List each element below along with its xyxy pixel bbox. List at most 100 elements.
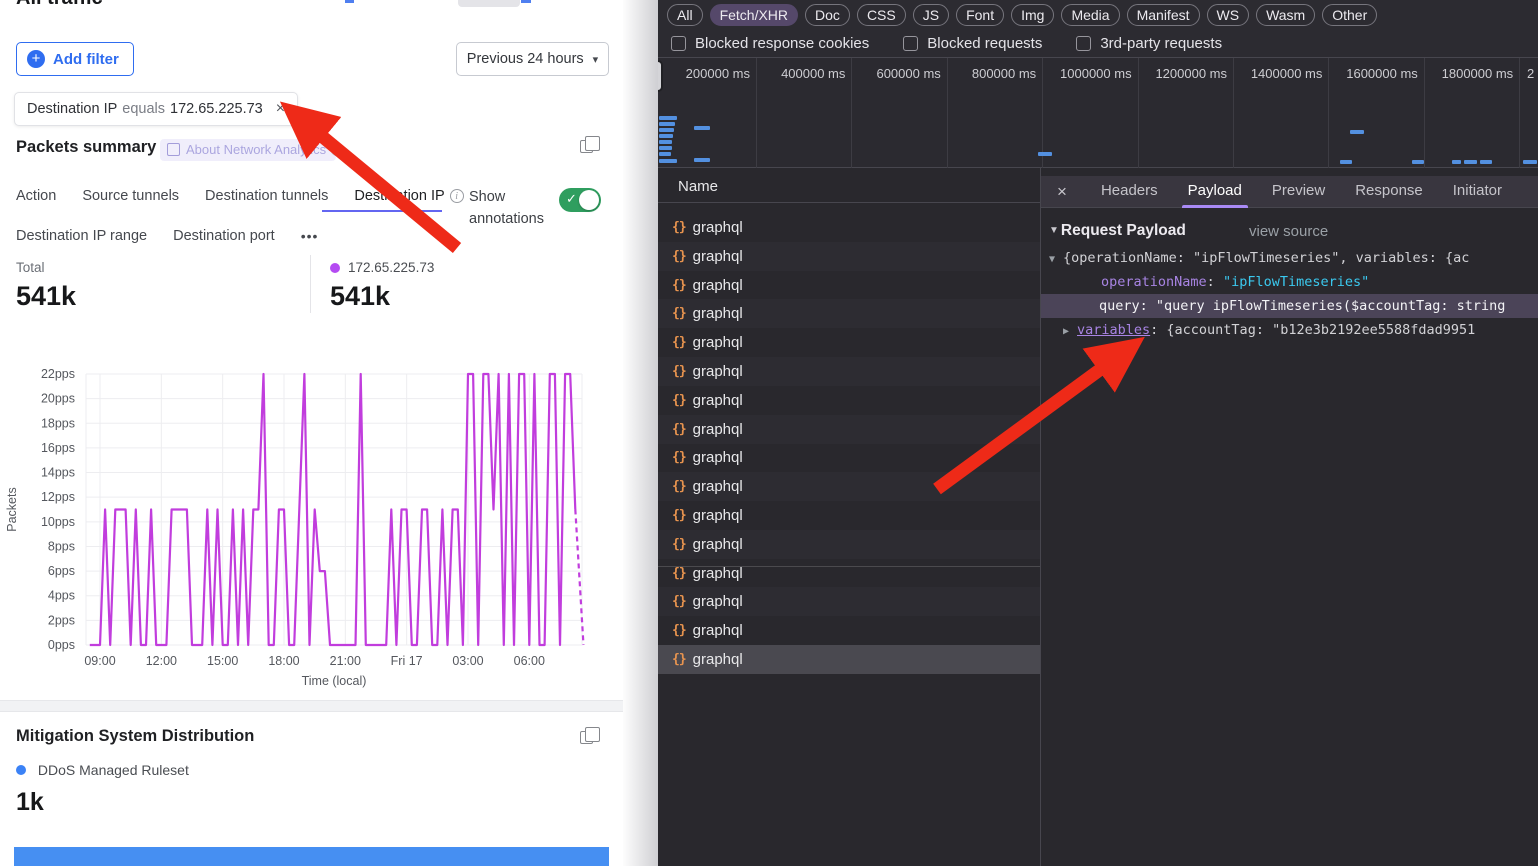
payload-tree-line[interactable]: query: "query ipFlowTimeseries($accountT…: [1041, 294, 1538, 318]
request-row[interactable]: {}graphql: [658, 242, 1040, 271]
chevron-down-icon: ▾: [593, 53, 599, 66]
tab-source-tunnels[interactable]: Source tunnels: [82, 188, 179, 204]
payload-tree-line[interactable]: ▼{operationName: "ipFlowTimeseries", var…: [1041, 246, 1538, 270]
collapse-triangle-icon: ▼: [1049, 225, 1059, 236]
timeline-tick-label: 1800000 ms: [1401, 66, 1513, 81]
checkbox-label: 3rd-party requests: [1100, 35, 1222, 52]
devtools-network-panel: All Fetch/XHR Doc CSS JS Font Img Media Manifest…: [658, 0, 1538, 866]
requests-list: Name {}graphql{}graphql{}graphql{}graphq…: [658, 168, 1040, 866]
devtools-resize-handle[interactable]: [658, 60, 663, 92]
checkbox-icon[interactable]: [671, 36, 686, 51]
request-row[interactable]: {}graphql: [658, 357, 1040, 386]
request-row[interactable]: {}graphql: [658, 587, 1040, 616]
time-range-dropdown[interactable]: Previous 24 hours ▾: [456, 42, 609, 76]
filter-pill-font[interactable]: Font: [956, 4, 1004, 26]
json-request-icon: {}: [672, 566, 686, 581]
remove-filter-icon[interactable]: ×: [276, 100, 285, 118]
request-row[interactable]: {}graphql: [658, 328, 1040, 357]
payload-tree-line[interactable]: ▶variables: {accountTag: "b12e3b2192ee55…: [1041, 318, 1538, 342]
request-row[interactable]: {}graphql: [658, 559, 1040, 588]
tab-destination-port[interactable]: Destination port: [173, 228, 275, 244]
network-timeline-overview[interactable]: 200000 ms400000 ms600000 ms800000 ms1000…: [658, 58, 1538, 168]
book-icon: [167, 143, 180, 156]
tabs-overflow-button[interactable]: •••: [301, 228, 319, 244]
filter-pill-doc[interactable]: Doc: [805, 4, 850, 26]
tab-destination-ip-range[interactable]: Destination IP range: [16, 228, 147, 244]
request-name: graphql: [693, 277, 743, 294]
tab-destination-tunnels[interactable]: Destination tunnels: [205, 188, 328, 204]
filter-pill-js[interactable]: JS: [913, 4, 949, 26]
filter-pill-media[interactable]: Media: [1061, 4, 1119, 26]
request-payload-title: Request Payload: [1061, 222, 1186, 239]
expand-icon[interactable]: ▶: [1063, 320, 1077, 342]
mitigation-legend-label: DDoS Managed Ruleset: [38, 762, 189, 778]
about-network-analytics-badge[interactable]: About Network Analytics: [160, 139, 336, 161]
tab-action[interactable]: Action: [16, 188, 56, 204]
filter-pill-img[interactable]: Img: [1011, 4, 1054, 26]
request-row[interactable]: {}graphql: [658, 271, 1040, 300]
request-payload-header[interactable]: ▼Request Payload: [1049, 222, 1186, 240]
copy-panel-icon[interactable]: [580, 731, 593, 744]
json-request-icon: {}: [672, 537, 686, 552]
request-name: graphql: [693, 651, 743, 668]
payload-tree-line[interactable]: operationName: "ipFlowTimeseries": [1041, 270, 1538, 294]
filter-pill-manifest[interactable]: Manifest: [1127, 4, 1200, 26]
info-icon[interactable]: i: [450, 189, 464, 203]
load-event-line: [658, 566, 1040, 567]
request-row[interactable]: {}graphql: [658, 472, 1040, 501]
checkbox-blocked-requests[interactable]: Blocked requests: [903, 35, 1042, 52]
toggle-knob: [579, 190, 599, 210]
json-request-icon: {}: [672, 623, 686, 638]
stats-divider: [310, 255, 311, 313]
request-row[interactable]: {}graphql: [658, 299, 1040, 328]
show-annotations-toggle[interactable]: ✓: [559, 188, 601, 212]
request-name: graphql: [693, 334, 743, 351]
details-tab-initiator[interactable]: Initiator: [1453, 176, 1502, 208]
filter-chip[interactable]: Destination IP equals 172.65.225.73 ×: [14, 92, 298, 126]
svg-text:03:00: 03:00: [452, 654, 483, 668]
add-filter-button[interactable]: + Add filter: [16, 42, 134, 76]
stat-value: 541k: [330, 281, 390, 312]
details-tab-headers[interactable]: Headers: [1101, 176, 1158, 208]
request-row[interactable]: {}graphql: [658, 213, 1040, 242]
request-row[interactable]: {}graphql: [658, 501, 1040, 530]
filter-pill-other[interactable]: Other: [1322, 4, 1377, 26]
filter-pill-all[interactable]: All: [667, 4, 703, 26]
request-row[interactable]: {}graphql: [658, 530, 1040, 559]
collapse-icon[interactable]: ▼: [1049, 248, 1063, 270]
request-activity-mark: [694, 126, 710, 130]
filter-pill-css[interactable]: CSS: [857, 4, 906, 26]
request-row[interactable]: {}graphql: [658, 645, 1040, 674]
details-tab-preview[interactable]: Preview: [1272, 176, 1325, 208]
svg-text:14pps: 14pps: [41, 466, 75, 480]
check-icon: ✓: [566, 191, 577, 207]
details-tab-response[interactable]: Response: [1355, 176, 1423, 208]
request-row[interactable]: {}graphql: [658, 443, 1040, 472]
view-source-link[interactable]: view source: [1249, 223, 1328, 240]
request-activity-mark: [1340, 160, 1352, 164]
request-row[interactable]: {}graphql: [658, 386, 1040, 415]
request-row[interactable]: {}graphql: [658, 415, 1040, 444]
close-icon[interactable]: ×: [1057, 182, 1067, 202]
checkbox-icon[interactable]: [903, 36, 918, 51]
request-row[interactable]: {}graphql: [658, 616, 1040, 645]
request-name: graphql: [693, 593, 743, 610]
checkbox-blocked-response-cookies[interactable]: Blocked response cookies: [671, 35, 869, 52]
tab-destination-ip[interactable]: Destination IPi: [354, 188, 463, 204]
mitigation-bar: [14, 847, 609, 866]
checkbox-3rd-party-requests[interactable]: 3rd-party requests: [1076, 35, 1222, 52]
payload-segment: :: [1207, 274, 1223, 290]
details-tab-payload[interactable]: Payload: [1188, 176, 1242, 208]
request-activity-mark: [659, 134, 673, 138]
svg-text:06:00: 06:00: [514, 654, 545, 668]
svg-text:18pps: 18pps: [41, 416, 75, 430]
filter-pill-wasm[interactable]: Wasm: [1256, 4, 1315, 26]
filter-pill-ws[interactable]: WS: [1207, 4, 1250, 26]
name-column-header[interactable]: Name: [658, 170, 1040, 203]
stat-label-text: 172.65.225.73: [348, 260, 434, 275]
json-request-icon: {}: [672, 249, 686, 264]
filter-pill-fetchxhr[interactable]: Fetch/XHR: [710, 4, 798, 26]
copy-panel-icon[interactable]: [580, 140, 593, 153]
json-request-icon: {}: [672, 306, 686, 321]
checkbox-icon[interactable]: [1076, 36, 1091, 51]
